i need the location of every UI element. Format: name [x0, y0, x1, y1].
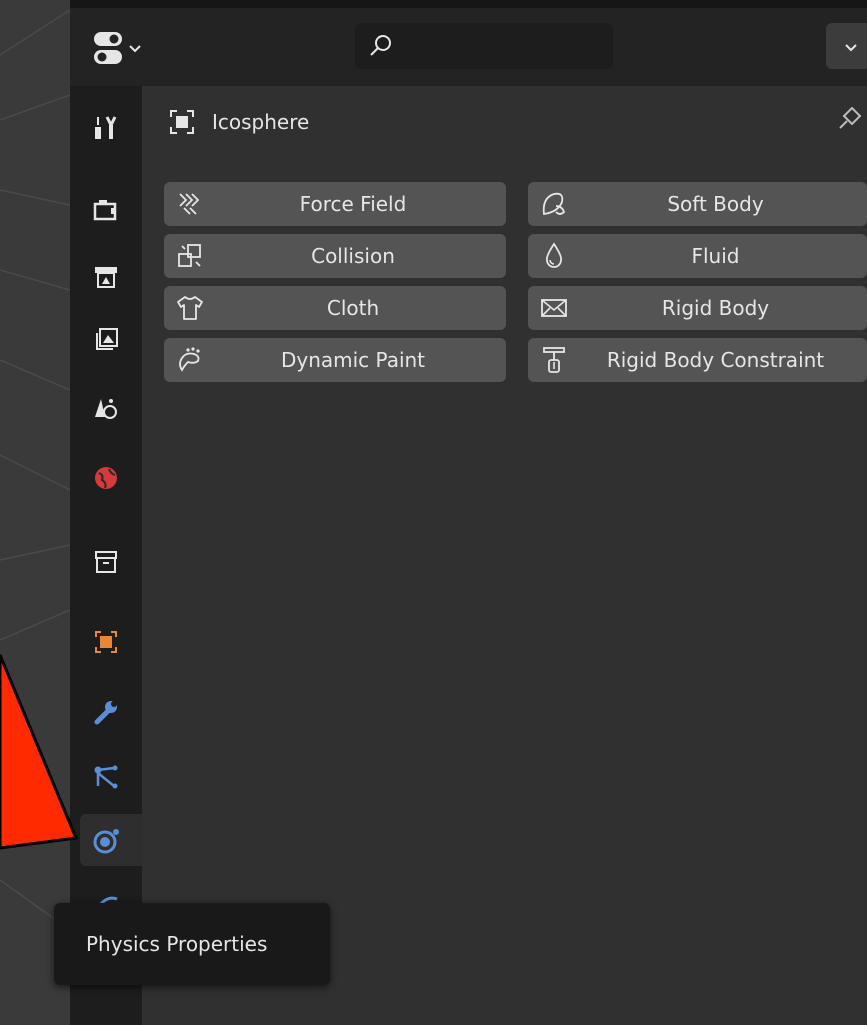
fluid-button[interactable]: Fluid	[528, 234, 867, 278]
collision-button[interactable]: Collision	[164, 234, 506, 278]
rigid-body-constraint-button[interactable]: Rigid Body Constraint	[528, 338, 867, 382]
dynamic-paint-label: Dynamic Paint	[280, 348, 426, 372]
pin-button[interactable]	[834, 102, 864, 136]
cloth-button[interactable]: Cloth	[164, 286, 506, 330]
soft-body-label: Soft Body	[667, 192, 764, 216]
object-context-row: Icosphere	[166, 100, 309, 144]
blender-properties-window: Icosphere Force Field Soft Body Collisio…	[0, 0, 867, 1025]
dynamic-paint-button[interactable]: Dynamic Paint	[164, 338, 506, 382]
dynamic-paint-icon	[179, 347, 200, 372]
physics-properties-panel: Icosphere Force Field Soft Body Collisio…	[142, 86, 867, 1025]
force-field-label: Force Field	[299, 192, 407, 216]
cloth-icon	[177, 296, 203, 320]
force-field-icon	[179, 193, 200, 215]
cloth-label: Cloth	[326, 296, 380, 320]
pin-icon	[839, 106, 862, 129]
chevron-down-icon	[845, 44, 857, 52]
object-icon	[170, 110, 194, 134]
collision-icon	[178, 244, 201, 267]
object-name: Icosphere	[212, 110, 310, 134]
options-dropdown[interactable]	[826, 23, 867, 69]
rigid-body-icon	[541, 299, 567, 317]
search-input[interactable]	[355, 23, 613, 69]
rigid-body-constraint-label: Rigid Body Constraint	[606, 348, 825, 372]
fluid-label: Fluid	[691, 244, 740, 268]
soft-body-button[interactable]: Soft Body	[528, 182, 867, 226]
force-field-button[interactable]: Force Field	[164, 182, 506, 226]
search-icon	[370, 35, 391, 56]
tooltip: Physics Properties	[54, 903, 330, 985]
tooltip-text: Physics Properties	[86, 932, 268, 956]
rigid-body-label: Rigid Body	[661, 296, 770, 320]
properties-header	[70, 0, 867, 86]
rigid-body-button[interactable]: Rigid Body	[528, 286, 867, 330]
annotation-arrow	[0, 654, 79, 850]
fluid-icon	[545, 242, 563, 268]
rigid-body-constraint-icon	[543, 347, 565, 373]
soft-body-icon	[542, 192, 566, 216]
collision-label: Collision	[311, 244, 395, 268]
